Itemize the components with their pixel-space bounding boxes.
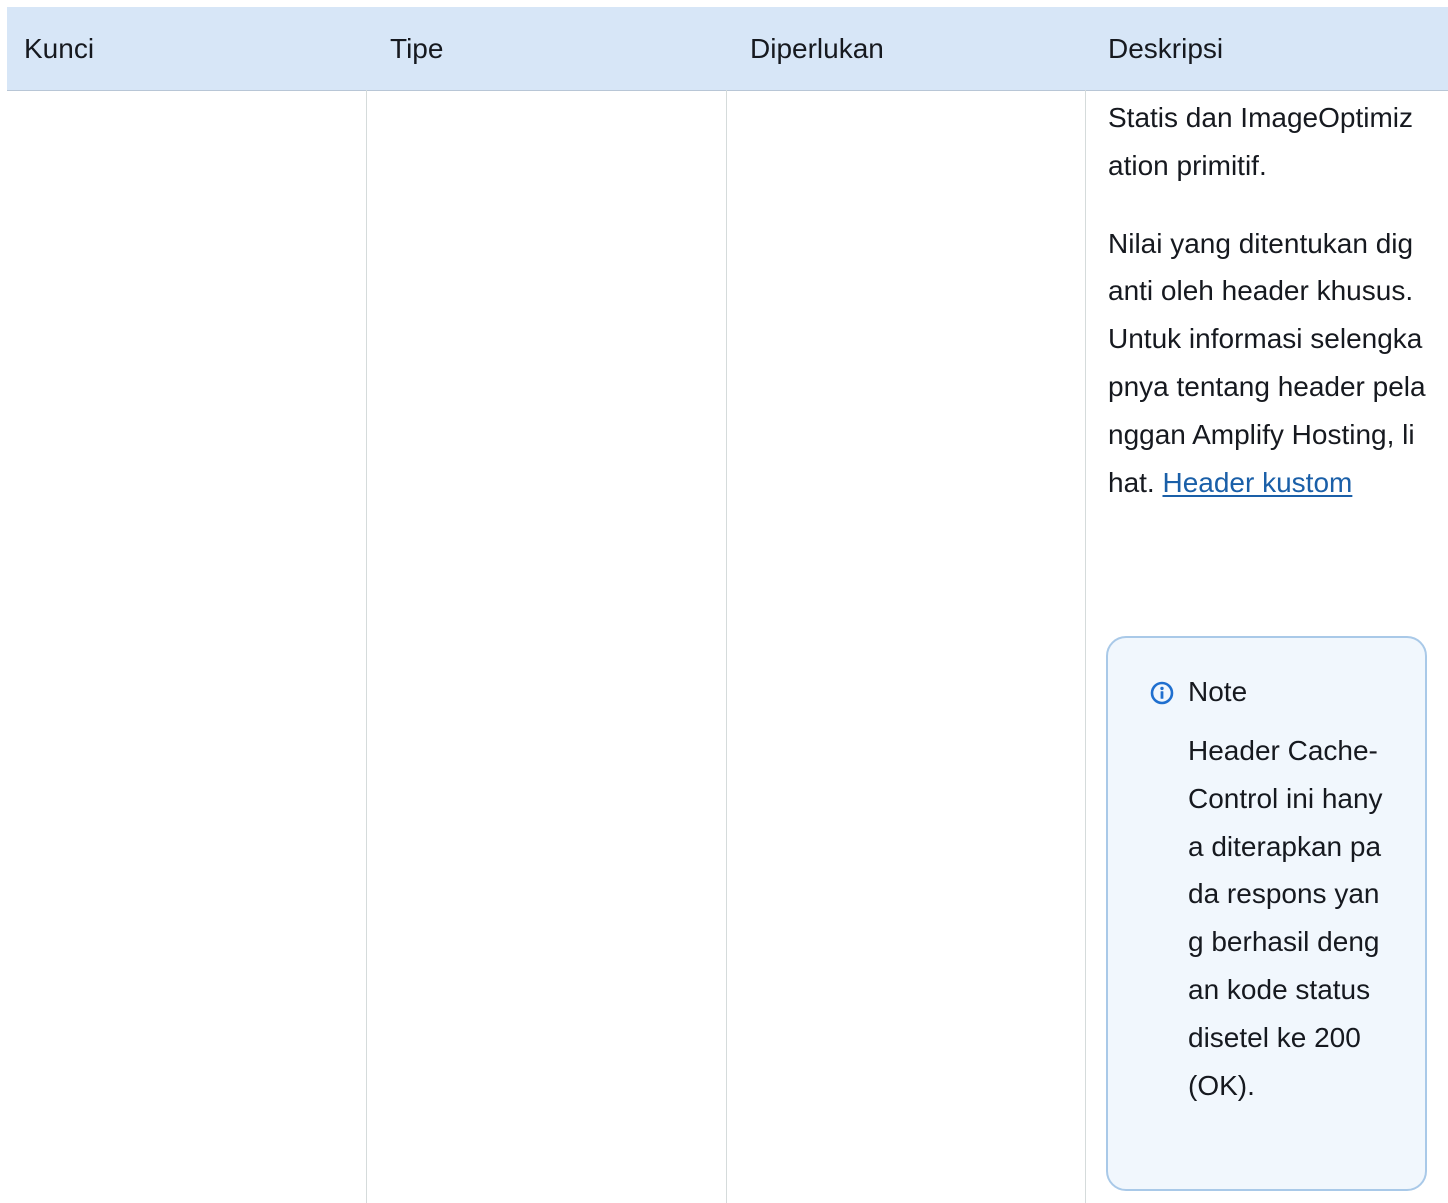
info-circle-icon <box>1150 681 1174 705</box>
column-divider <box>726 90 727 1203</box>
column-header-required: Diperlukan <box>750 33 884 64</box>
column-header-description: Deskripsi <box>1108 33 1224 64</box>
custom-header-link[interactable]: Header kustom <box>1162 467 1352 498</box>
column-header-type: Tipe <box>390 33 444 64</box>
description-paragraph: Statis dan ImageOptimization primitif. <box>1108 102 1414 181</box>
description-cell: Statis dan ImageOptimization primitif. N… <box>1108 94 1428 506</box>
column-divider <box>1085 90 1086 1203</box>
note-callout: Note Header Cache-Control ini hanya dite… <box>1106 636 1427 1191</box>
documentation-table: Kunci Tipe Diperlukan Deskripsi Statis d… <box>0 0 1448 1203</box>
column-divider <box>366 90 367 1203</box>
column-header-key: Kunci <box>24 33 95 64</box>
note-body: Header Cache-Control ini hanya diterapka… <box>1188 735 1383 1101</box>
note-title: Note <box>1188 676 1248 707</box>
description-text: Nilai yang ditentukan diganti oleh heade… <box>1108 227 1426 498</box>
description-paragraph: Nilai yang ditentukan diganti oleh heade… <box>1108 220 1428 507</box>
table-header-row: Kunci Tipe Diperlukan Deskripsi <box>7 7 1448 91</box>
